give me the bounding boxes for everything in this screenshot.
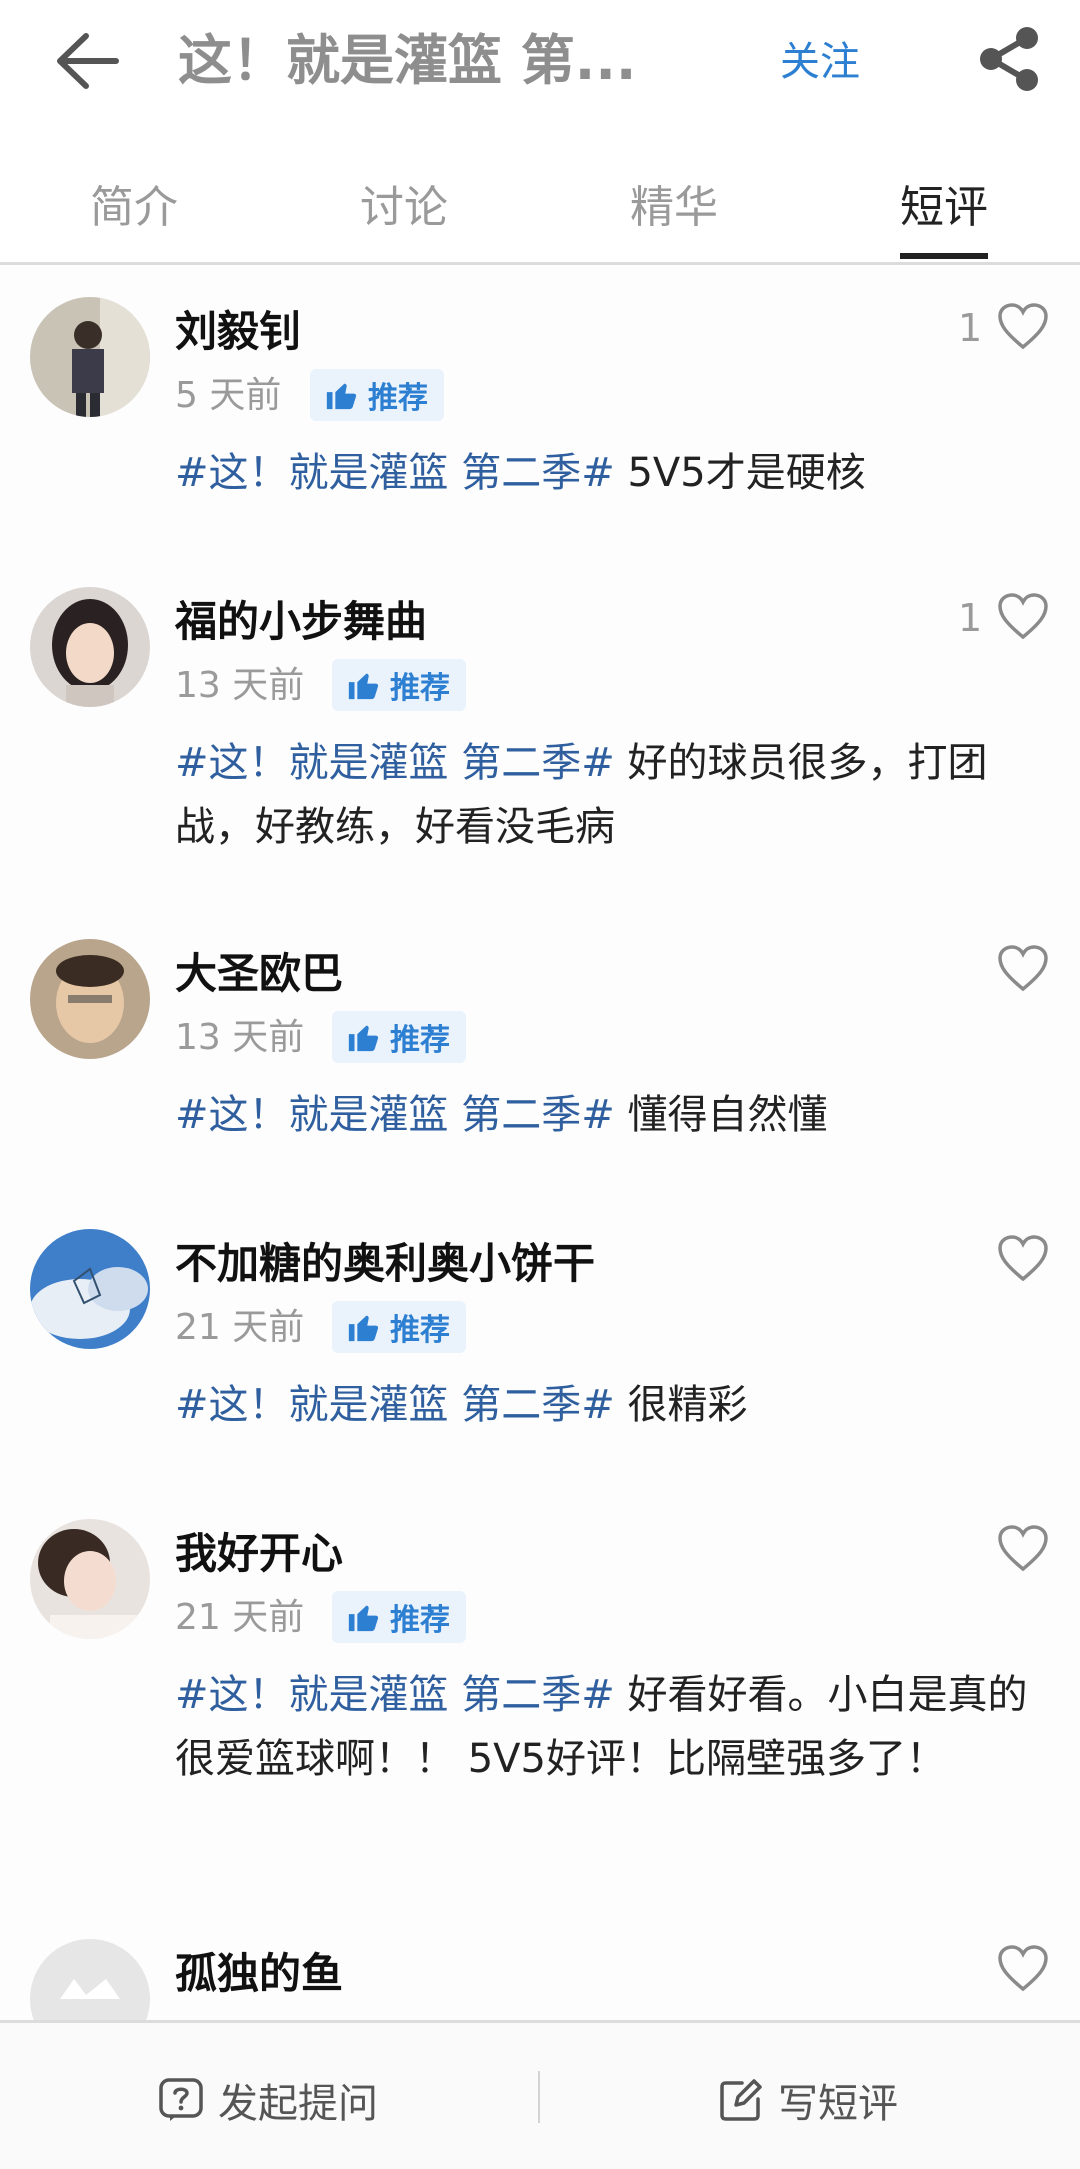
review-body: 5V5才是硬核 [627,450,866,496]
thumbs-up-icon [326,383,357,410]
follow-button[interactable]: 关注 [780,36,860,88]
like-count: 1 [958,596,983,640]
review-text: #这！就是灌篮 第二季# 好看好看。小白是真的很爱篮球啊！！ 5V5好评！比隔壁… [175,1663,1035,1791]
recommend-badge: 推荐 [310,369,444,421]
heart-icon[interactable] [996,301,1050,351]
topic-tag[interactable]: #这！就是灌篮 第二季# [175,450,615,496]
review-time: 13 天前 [175,665,305,706]
topic-tag[interactable]: #这！就是灌篮 第二季# [175,740,615,786]
tab-intro[interactable]: 简介 [34,178,234,238]
heart-icon[interactable] [996,1943,1050,1993]
thumbs-up-icon [348,1025,379,1052]
review-text: #这！就是灌篮 第二季# 5V5才是硬核 [175,441,1035,505]
top-bar: 这！就是灌篮 第... 关注 [0,0,1080,130]
reviewer-name[interactable]: 孤独的鱼 [175,1945,343,2003]
share-icon[interactable] [975,24,1045,94]
recommend-badge: 推荐 [332,659,466,711]
reviewer-name[interactable]: 大圣欧巴 [175,945,343,1003]
like-count: 1 [958,306,983,350]
review-time: 5 天前 [175,375,282,416]
question-icon [159,2078,203,2121]
write-review-button[interactable]: 写短评 [718,2071,898,2129]
heart-icon[interactable] [996,1233,1050,1283]
review-text: #这！就是灌篮 第二季# 好的球员很多，打团战，好教练，好看没毛病 [175,731,1035,859]
bottom-action-bar: 发起提问 写短评 [0,2020,1080,2169]
recommend-label: 推荐 [390,1313,450,1348]
review-body: 很精彩 [627,1382,748,1428]
avatar[interactable] [30,939,150,1059]
ask-question-button[interactable]: 发起提问 [158,2071,378,2129]
recommend-badge: 推荐 [332,1591,466,1643]
review-body: 懂得自然懂 [627,1092,828,1138]
reviewer-name[interactable]: 不加糖的奥利奥小饼干 [175,1235,595,1293]
review-time: 21 天前 [175,1307,305,1348]
review-item: 大圣欧巴 13 天前 推荐 #这！就是灌篮 第二季# 懂得自然懂 [0,907,1080,1199]
review-item: 我好开心 21 天前 推荐 #这！就是灌篮 第二季# 好看好看。小白是真的很爱篮… [0,1487,1080,1909]
edit-icon [720,2079,762,2121]
thumbs-up-icon [348,1605,379,1632]
recommend-label: 推荐 [368,381,428,416]
reviewer-name[interactable]: 刘毅钊 [175,303,301,361]
review-item: 刘毅钊 5 天前 推荐 1 #这！就是灌篮 第二季# 5V5才是硬核 [0,265,1080,557]
tab-short-reviews[interactable]: 短评 [844,178,1044,238]
active-tab-indicator [900,253,988,259]
thumbs-up-icon [348,1315,379,1342]
heart-icon[interactable] [996,591,1050,641]
review-time: 13 天前 [175,1017,305,1058]
divider [538,2071,540,2123]
review-time: 21 天前 [175,1597,305,1638]
avatar[interactable] [30,1229,150,1349]
write-review-label: 写短评 [778,2081,898,2127]
recommend-label: 推荐 [390,671,450,706]
recommend-label: 推荐 [390,1023,450,1058]
ask-question-label: 发起提问 [218,2081,378,2127]
recommend-label: 推荐 [390,1603,450,1638]
reviewer-name[interactable]: 我好开心 [175,1525,343,1583]
topic-tag[interactable]: #这！就是灌篮 第二季# [175,1092,615,1138]
heart-icon[interactable] [996,943,1050,993]
topic-tag[interactable]: #这！就是灌篮 第二季# [175,1672,615,1718]
heart-icon[interactable] [996,1523,1050,1573]
tab-discussion[interactable]: 讨论 [304,178,504,238]
thumbs-up-icon [348,673,379,700]
avatar[interactable] [30,587,150,707]
tab-featured[interactable]: 精华 [574,178,774,238]
recommend-badge: 推荐 [332,1301,466,1353]
review-text: #这！就是灌篮 第二季# 很精彩 [175,1373,1035,1437]
recommend-badge: 推荐 [332,1011,466,1063]
avatar[interactable] [30,1519,150,1639]
tab-bar: 简介 讨论 精华 短评 [0,130,1080,265]
reviewer-name[interactable]: 福的小步舞曲 [175,593,427,651]
review-text: #这！就是灌篮 第二季# 懂得自然懂 [175,1083,1035,1147]
topic-tag[interactable]: #这！就是灌篮 第二季# [175,1382,615,1428]
review-item: 福的小步舞曲 13 天前 推荐 1 #这！就是灌篮 第二季# 好的球员很多，打团… [0,555,1080,909]
page-title: 这！就是灌篮 第... [178,29,637,92]
back-arrow-icon[interactable] [52,30,122,92]
avatar[interactable] [30,297,150,417]
review-item: 不加糖的奥利奥小饼干 21 天前 推荐 #这！就是灌篮 第二季# 很精彩 [0,1197,1080,1489]
